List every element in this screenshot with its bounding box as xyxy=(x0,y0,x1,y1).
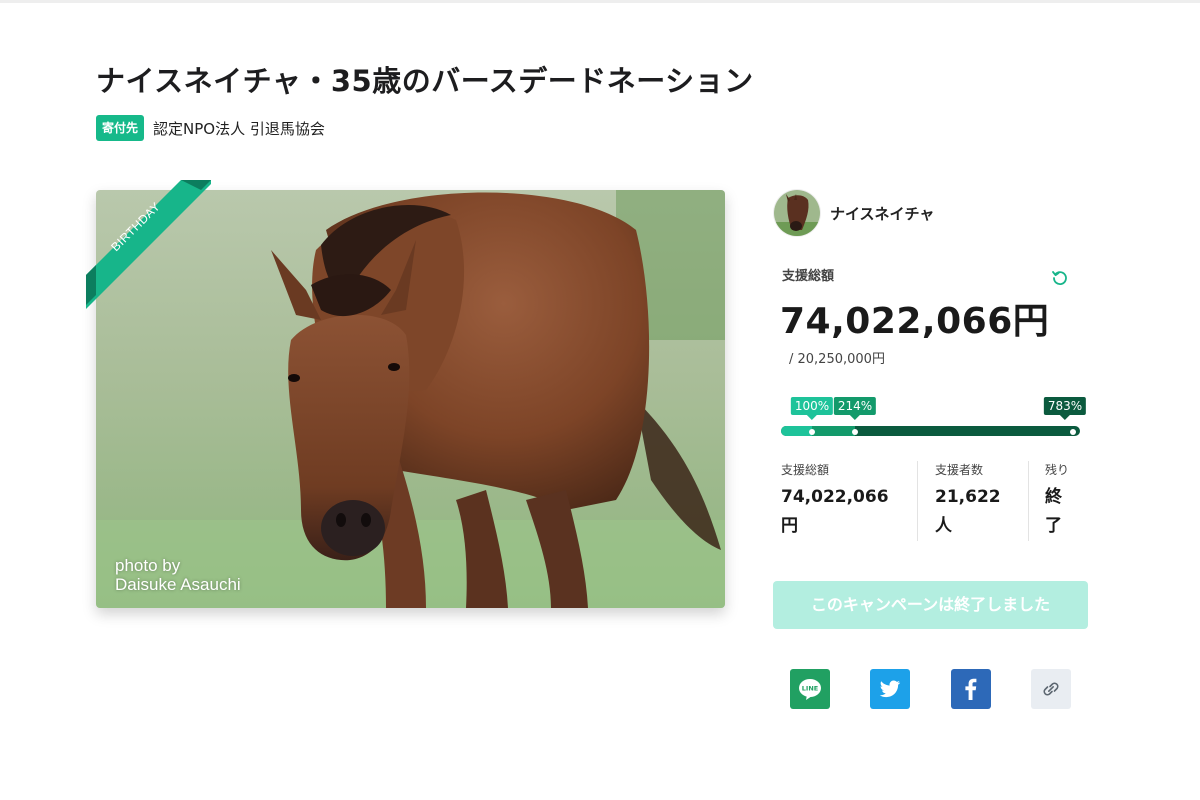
share-line-button[interactable]: LINE xyxy=(790,669,830,709)
photo-credit: photo by Daisuke Asauchi xyxy=(115,556,241,594)
stat-label: 残り xyxy=(1045,463,1070,477)
progress-marker-label: 214% xyxy=(833,397,877,420)
facebook-icon xyxy=(965,678,977,700)
photo-credit-line1: photo by xyxy=(115,556,181,575)
stat-supporters: 支援者数 21,622人 xyxy=(917,461,1030,541)
owner-name[interactable]: ナイスネイチャ xyxy=(830,203,934,224)
donation-destination: 寄付先 認定NPO法人 引退馬協会 xyxy=(96,115,325,141)
progress-fill-214 xyxy=(812,426,855,436)
line-icon-text: LINE xyxy=(802,685,818,693)
owner-profile[interactable]: ナイスネイチャ xyxy=(774,190,934,236)
avatar-image xyxy=(774,190,820,236)
stat-total: 支援総額 74,022,066円 xyxy=(781,461,896,541)
horse-photo-image xyxy=(96,190,725,608)
stat-remaining: 残り 終了 xyxy=(1028,461,1085,541)
page-title: ナイスネイチャ・35歳のバースデードネーション xyxy=(96,64,754,98)
photo-credit-line2: Daisuke Asauchi xyxy=(115,575,241,594)
stats-panel: 支援総額 74,022,066円 支援者数 21,622人 残り 終了 xyxy=(781,461,1081,541)
goal-amount: / 20,250,000円 xyxy=(789,352,885,367)
donation-tag-badge: 寄付先 xyxy=(96,115,145,141)
link-icon xyxy=(1043,682,1059,696)
progress-marker-label: 783% xyxy=(1043,397,1087,420)
progress-bar: 100% 214% 783% xyxy=(781,396,1087,440)
line-icon: LINE xyxy=(799,679,821,700)
total-support-amount: 74,022,066円 xyxy=(780,301,1050,342)
total-support-label: 支援総額 xyxy=(782,269,835,284)
campaign-ended-button[interactable]: このキャンペーンは終了しました xyxy=(773,581,1088,629)
progress-fill-100 xyxy=(781,426,812,436)
progress-marker-dot xyxy=(852,429,858,435)
refresh-icon[interactable] xyxy=(1051,269,1069,287)
stat-value: 74,022,066円 xyxy=(781,487,889,536)
avatar[interactable] xyxy=(774,190,820,236)
stat-value: 終了 xyxy=(1045,487,1062,536)
progress-marker-dot xyxy=(1070,429,1076,435)
progress-track xyxy=(781,426,1080,436)
progress-marker-dot xyxy=(809,429,815,435)
donation-organization[interactable]: 認定NPO法人 引退馬協会 xyxy=(153,118,325,139)
stat-value: 21,622人 xyxy=(935,487,1001,536)
twitter-icon xyxy=(879,680,901,698)
stat-label: 支援総額 xyxy=(781,463,830,477)
progress-marker-label: 100% xyxy=(790,397,834,420)
share-twitter-button[interactable] xyxy=(870,669,910,709)
share-facebook-button[interactable] xyxy=(951,669,991,709)
copy-link-button[interactable] xyxy=(1031,669,1071,709)
top-border xyxy=(0,0,1200,3)
stat-label: 支援者数 xyxy=(935,463,984,477)
campaign-photo: photo by Daisuke Asauchi xyxy=(96,190,725,608)
